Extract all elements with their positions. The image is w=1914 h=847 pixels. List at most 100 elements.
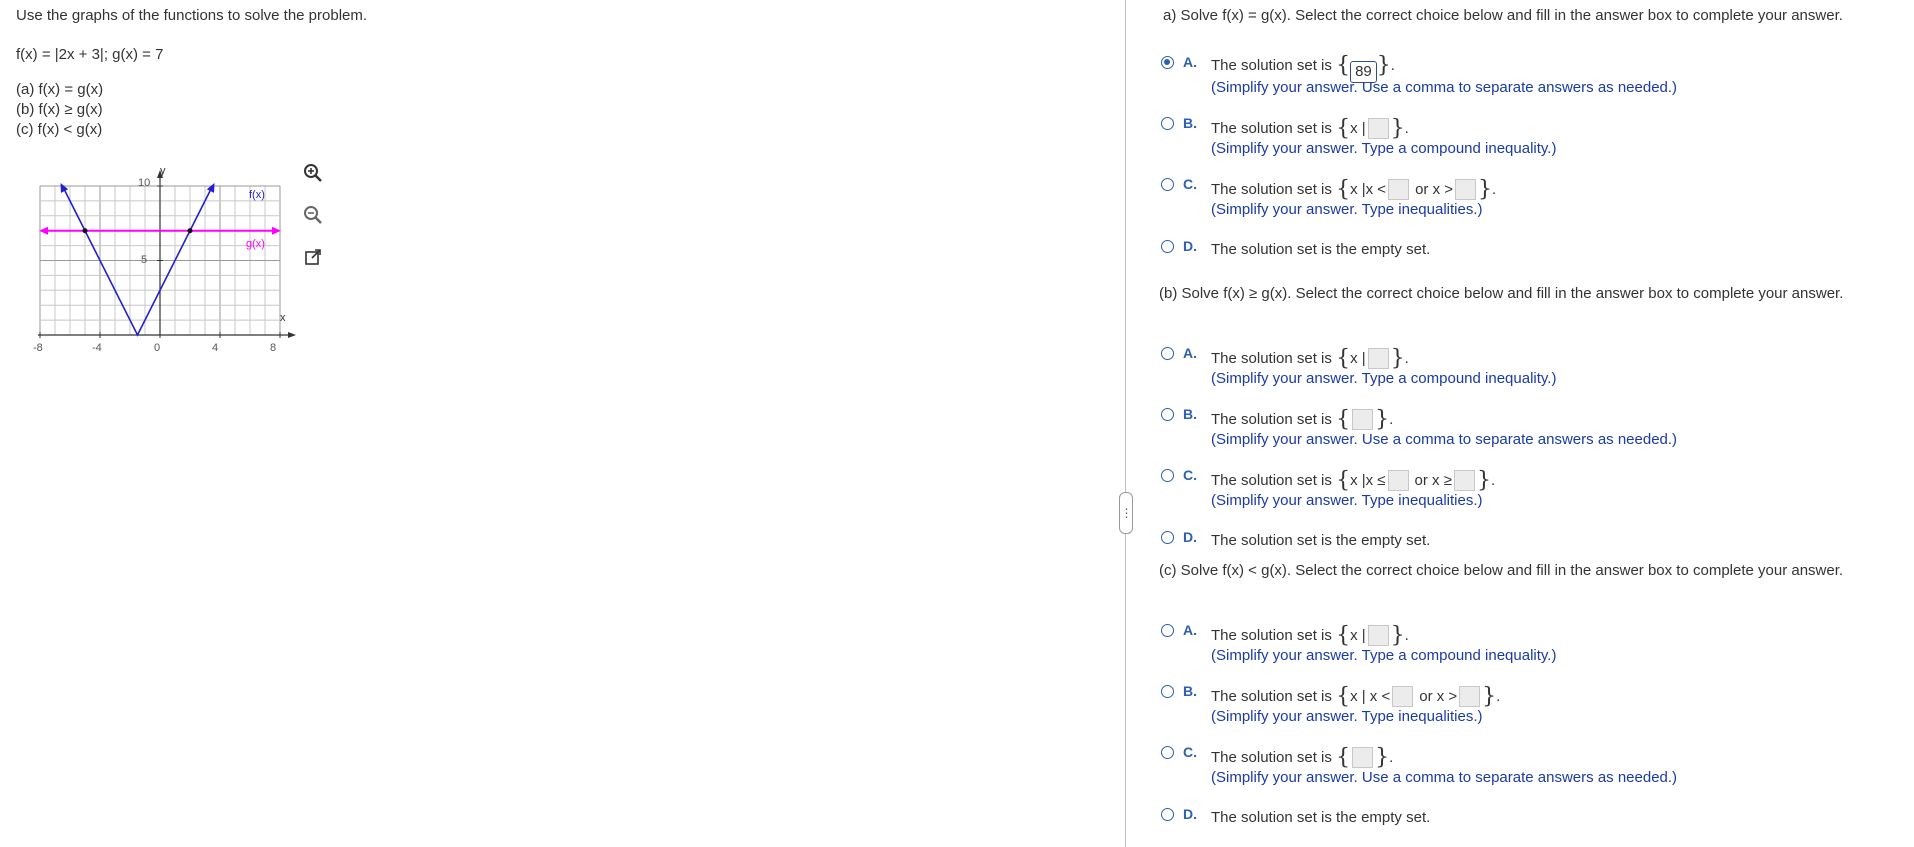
graph-tools	[300, 160, 330, 286]
choice-prefix: The solution set is	[1211, 57, 1337, 74]
answer-box[interactable]	[1367, 118, 1389, 139]
choice-hint: (Simplify your answer. Use a comma to se…	[1211, 431, 1678, 448]
answer-box-2[interactable]	[1459, 686, 1481, 707]
zoom-out-icon	[304, 206, 322, 224]
choice-prefix: The solution set is	[1211, 120, 1337, 137]
answer-box[interactable]	[1352, 409, 1374, 430]
close-brace: }	[1390, 346, 1405, 371]
answer-box[interactable]	[1387, 470, 1409, 491]
answer-box[interactable]	[1388, 179, 1410, 200]
choice-radio[interactable]	[1161, 117, 1174, 130]
choice-radio[interactable]	[1161, 347, 1174, 360]
answer-box-2[interactable]	[1453, 470, 1475, 491]
part-a-label: (a) f(x) = g(x)	[16, 81, 104, 98]
choice-hint: (Simplify your answer. Type inequalities…	[1211, 492, 1483, 509]
close-brace: }	[1476, 468, 1491, 493]
choice-radio[interactable]	[1161, 531, 1174, 544]
choice-prefix: The solution set is	[1211, 749, 1337, 766]
choice-radio[interactable]	[1161, 240, 1174, 253]
choice-radio[interactable]	[1161, 685, 1174, 698]
choice-letter: C.	[1183, 176, 1197, 192]
choice-text: The solution set is {x | x < or x >}.	[1211, 684, 1501, 709]
choice-text: The solution set is the empty set.	[1211, 532, 1430, 549]
y-tick-label-5: 5	[141, 254, 147, 266]
choice-prefix: The solution set is	[1211, 181, 1337, 198]
answer-box[interactable]	[1367, 348, 1389, 369]
part-c-label: (c) f(x) < g(x)	[16, 121, 103, 138]
x-tick-label--4: -4	[92, 342, 102, 354]
period: .	[1496, 688, 1501, 705]
choice-prefix: The solution set is	[1211, 472, 1337, 489]
popout-button[interactable]	[300, 244, 326, 270]
choice-text: The solution set is {x |}.	[1211, 623, 1409, 648]
right-pane: a) Solve f(x) = g(x). Select the correct…	[1127, 0, 1914, 847]
set-builder-text: x |	[1350, 627, 1366, 644]
answer-box[interactable]	[1392, 686, 1414, 707]
period: .	[1390, 57, 1395, 74]
open-brace: {	[1336, 684, 1351, 709]
choice-text: The solution set is {}.	[1211, 745, 1394, 770]
left-pane: Use the graphs of the functions to solve…	[0, 0, 1125, 847]
period: .	[1389, 749, 1394, 766]
period: .	[1389, 411, 1394, 428]
choice-hint: (Simplify your answer. Use a comma to se…	[1211, 769, 1678, 786]
choice-radio[interactable]	[1161, 178, 1174, 191]
choice-radio[interactable]	[1161, 56, 1174, 69]
zoom-in-icon	[304, 164, 322, 182]
open-brace: {	[1336, 623, 1351, 648]
choice-radio[interactable]	[1161, 469, 1174, 482]
axis-label-x: x	[280, 312, 286, 324]
choice-radio[interactable]	[1161, 746, 1174, 759]
choice-text: The solution set is {}.	[1211, 407, 1394, 432]
x-tick-label-0: 0	[154, 342, 160, 354]
close-brace: }	[1390, 116, 1405, 141]
open-brace: {	[1336, 745, 1351, 770]
set-builder-text: x |	[1350, 350, 1366, 367]
period: .	[1492, 181, 1497, 198]
zoom-out-button[interactable]	[300, 202, 326, 228]
choice-letter: D.	[1183, 806, 1197, 822]
choice-statement: The solution set is the empty set.	[1211, 532, 1431, 549]
popout-icon	[305, 249, 321, 265]
choice-text: The solution set is the empty set.	[1211, 241, 1430, 258]
choice-letter: C.	[1183, 744, 1197, 760]
question-header: (c) Solve f(x) < g(x). Select the correc…	[1159, 562, 1844, 579]
choice-radio[interactable]	[1161, 408, 1174, 421]
y-tick-label-10: 10	[138, 177, 150, 189]
choice-radio[interactable]	[1161, 808, 1174, 821]
choice-letter: B.	[1183, 406, 1197, 422]
choice-statement: The solution set is the empty set.	[1211, 809, 1431, 826]
set-builder-mid: or x >	[1415, 181, 1453, 198]
answer-box[interactable]	[1352, 747, 1374, 768]
zoom-in-button[interactable]	[300, 160, 326, 186]
question-header: (b) Solve f(x) ≥ g(x). Select the correc…	[1159, 285, 1844, 302]
axis-label-y: y	[160, 165, 166, 177]
open-brace: {	[1336, 346, 1351, 371]
choice-text: The solution set is {x |}.	[1211, 346, 1409, 371]
choice-statement: The solution set is the empty set.	[1211, 241, 1431, 258]
choice-radio[interactable]	[1161, 624, 1174, 637]
f-curve-label: f(x)	[249, 189, 265, 201]
functions-text: f(x) = |2x + 3|; g(x) = 7	[16, 46, 164, 63]
choice-letter: B.	[1183, 683, 1197, 699]
choice-text: The solution set is {x |x ≤ or x ≥}.	[1211, 468, 1495, 493]
choice-text: The solution set is the empty set.	[1211, 809, 1430, 826]
choice-letter: A.	[1183, 345, 1197, 361]
close-brace: }	[1375, 745, 1390, 770]
open-brace: {	[1336, 53, 1351, 78]
choice-letter: D.	[1183, 238, 1197, 254]
choice-letter: A.	[1183, 54, 1197, 70]
period: .	[1404, 627, 1409, 644]
answer-box-2[interactable]	[1455, 179, 1476, 200]
answer-box[interactable]	[1367, 625, 1389, 646]
set-builder-text: x |x <	[1350, 181, 1387, 198]
choice-hint: (Simplify your answer. Type inequalities…	[1211, 708, 1483, 725]
choice-letter: B.	[1183, 115, 1197, 131]
set-builder-mid: or x >	[1419, 688, 1458, 705]
close-brace: }	[1482, 684, 1497, 709]
period: .	[1404, 120, 1409, 137]
open-brace: {	[1336, 407, 1351, 432]
choice-prefix: The solution set is	[1211, 350, 1337, 367]
open-brace: {	[1336, 116, 1351, 141]
question-header: a) Solve f(x) = g(x). Select the correct…	[1163, 7, 1843, 24]
